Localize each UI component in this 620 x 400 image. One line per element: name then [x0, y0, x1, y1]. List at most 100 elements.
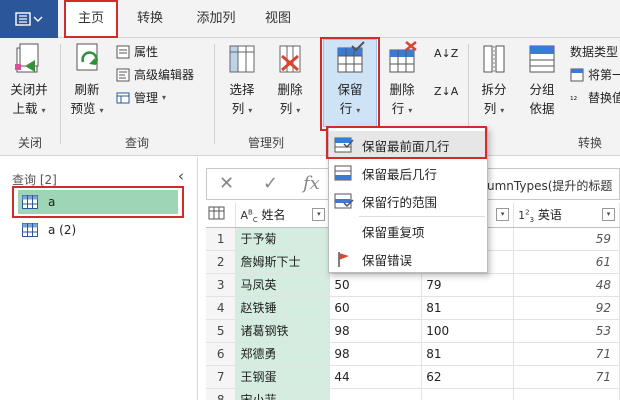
remove-rows-label-2: 行 ▾ — [391, 101, 413, 116]
tab-home[interactable]: 主页 — [64, 0, 118, 38]
row-number-cell[interactable]: 6 — [206, 342, 237, 366]
row-number-cell[interactable]: 2 — [206, 250, 237, 274]
row-number-cell[interactable]: 1 — [206, 227, 237, 251]
split-column-button[interactable]: 拆分 列 ▾ — [474, 40, 514, 120]
row-number-cell[interactable]: 3 — [206, 273, 237, 297]
value-cell[interactable] — [329, 388, 423, 400]
group-by-label-2: 依据 — [529, 101, 555, 116]
menu-keep-range-of-rows[interactable]: 保留行的范围 — [329, 187, 487, 215]
advanced-editor-button[interactable]: 高级编辑器 — [116, 65, 194, 85]
collapse-pane-icon[interactable]: ‹ — [178, 167, 184, 185]
replace-values-button[interactable]: ₁₂ 替换值 — [570, 88, 620, 108]
split-column-label-1: 拆分 — [481, 82, 507, 97]
name-cell[interactable]: 于予菊 — [235, 227, 331, 251]
table-row[interactable]: 7 王钢蛋 44 62 71 — [206, 365, 620, 389]
properties-button[interactable]: 属性 — [116, 42, 158, 62]
sort-ascending-label: A↓Z — [434, 47, 459, 60]
data-type-button[interactable]: 数据类型 — [570, 42, 618, 62]
menu-keep-errors[interactable]: 保留错误 — [329, 245, 487, 273]
table-row[interactable]: 4 赵铁锤 60 81 92 — [206, 296, 620, 320]
menu-item-label: 保留行的范围 — [362, 194, 438, 210]
manage-button[interactable]: 管理 ▾ — [116, 88, 166, 108]
query-item-a2[interactable]: a (2) — [18, 218, 178, 242]
filter-dropdown-icon[interactable]: ▾ — [602, 208, 615, 222]
row-number-cell[interactable]: 8 — [206, 388, 237, 400]
name-cell[interactable]: 詹姆斯下士 — [235, 250, 331, 274]
column-header-english[interactable]: 123 英语 ▾ — [513, 203, 620, 228]
choose-columns-icon — [224, 40, 260, 78]
english-score-cell[interactable]: 71 — [513, 342, 620, 366]
manage-label: 管理 — [134, 91, 159, 105]
value-cell[interactable]: 81 — [421, 342, 515, 366]
english-score-cell[interactable]: 61 — [513, 250, 620, 274]
properties-icon — [116, 45, 130, 59]
remove-rows-button[interactable]: 删除 行 ▾ — [380, 40, 424, 120]
formula-text[interactable]: umnTypes(提升的标题 — [487, 177, 612, 194]
choose-columns-button[interactable]: 选择 列 ▾ — [222, 40, 262, 120]
file-menu-icon — [15, 12, 43, 26]
table-row[interactable]: 8 宋小菲 — [206, 388, 620, 400]
value-cell[interactable]: 62 — [421, 365, 515, 389]
text-type-icon: ABC — [240, 208, 258, 224]
value-cell[interactable]: 100 — [421, 319, 515, 343]
group-by-label-1: 分组 — [529, 82, 555, 97]
refresh-preview-button[interactable]: 刷新 预览 ▾ — [64, 40, 110, 120]
use-first-row-label: 将第一 — [588, 68, 620, 82]
name-cell[interactable]: 诸葛钢铁 — [235, 319, 331, 343]
confirm-formula-icon[interactable]: ✓ — [263, 173, 278, 194]
split-column-icon — [476, 40, 512, 78]
fx-icon[interactable]: fx — [303, 173, 320, 194]
value-cell[interactable]: 98 — [329, 342, 423, 366]
name-cell[interactable]: 王钢蛋 — [235, 365, 331, 389]
integer-type-icon: 123 — [518, 208, 535, 224]
english-score-cell[interactable]: 71 — [513, 365, 620, 389]
name-cell[interactable]: 宋小菲 — [235, 388, 331, 400]
remove-columns-label-1: 删除 — [277, 82, 303, 97]
table-row[interactable]: 5 诸葛钢铁 98 100 53 — [206, 319, 620, 343]
sort-ascending-button[interactable]: A↓Z — [434, 44, 458, 64]
tab-add-column[interactable]: 添加列 — [188, 0, 244, 38]
english-score-cell[interactable] — [513, 388, 620, 400]
value-cell[interactable]: 98 — [329, 319, 423, 343]
table-row[interactable]: 6 郑德勇 98 81 71 — [206, 342, 620, 366]
filter-dropdown-icon[interactable]: ▾ — [312, 208, 326, 222]
value-cell[interactable]: 44 — [329, 365, 423, 389]
cancel-formula-icon[interactable]: ✕ — [219, 173, 234, 194]
row-number-cell[interactable]: 7 — [206, 365, 237, 389]
close-apply-button[interactable]: 关闭并 上载 ▾ — [4, 40, 54, 120]
tab-view[interactable]: 视图 — [260, 0, 296, 38]
value-cell[interactable]: 60 — [329, 296, 423, 320]
row-number-cell[interactable]: 5 — [206, 319, 237, 343]
column-header-name[interactable]: ABC 姓名 ▾ — [235, 203, 331, 228]
keep-rows-annotation-box — [320, 37, 380, 131]
file-menu-button[interactable] — [0, 0, 58, 38]
english-score-cell[interactable]: 48 — [513, 273, 620, 297]
remove-columns-button[interactable]: 删除 列 ▾ — [268, 40, 312, 120]
data-type-label: 数据类型 — [570, 45, 619, 59]
group-by-button[interactable]: 分组 依据 — [520, 40, 564, 118]
select-all-corner[interactable] — [206, 203, 237, 228]
use-first-row-button[interactable]: 将第一 — [570, 65, 620, 85]
filter-dropdown-icon[interactable]: ▾ — [496, 208, 510, 222]
name-cell[interactable]: 郑德勇 — [235, 342, 331, 366]
value-cell[interactable]: 50 — [329, 273, 423, 297]
row-number-cell[interactable]: 4 — [206, 296, 237, 320]
menu-keep-duplicates[interactable]: 保留重复项 — [329, 217, 487, 245]
tab-transform[interactable]: 转换 — [128, 0, 172, 38]
replace-values-label: 替换值 — [588, 91, 620, 105]
menu-keep-bottom-rows[interactable]: 保留最后几行 — [329, 159, 487, 187]
english-score-cell[interactable]: 53 — [513, 319, 620, 343]
value-cell[interactable] — [421, 388, 515, 400]
keep-range-icon — [334, 192, 354, 210]
ribbon-tab-bar: 主页 转换 添加列 视图 — [0, 0, 620, 38]
name-cell[interactable]: 马凤英 — [235, 273, 331, 297]
value-cell[interactable]: 81 — [421, 296, 515, 320]
menu-item-label: 保留最后几行 — [362, 166, 438, 182]
name-cell[interactable]: 赵铁锤 — [235, 296, 331, 320]
value-cell[interactable]: 79 — [421, 273, 515, 297]
keep-errors-icon — [334, 250, 354, 268]
sort-descending-button[interactable]: Z↓A — [434, 82, 458, 102]
table-row[interactable]: 3 马凤英 50 79 48 — [206, 273, 620, 297]
english-score-cell[interactable]: 59 — [513, 227, 620, 251]
english-score-cell[interactable]: 92 — [513, 296, 620, 320]
